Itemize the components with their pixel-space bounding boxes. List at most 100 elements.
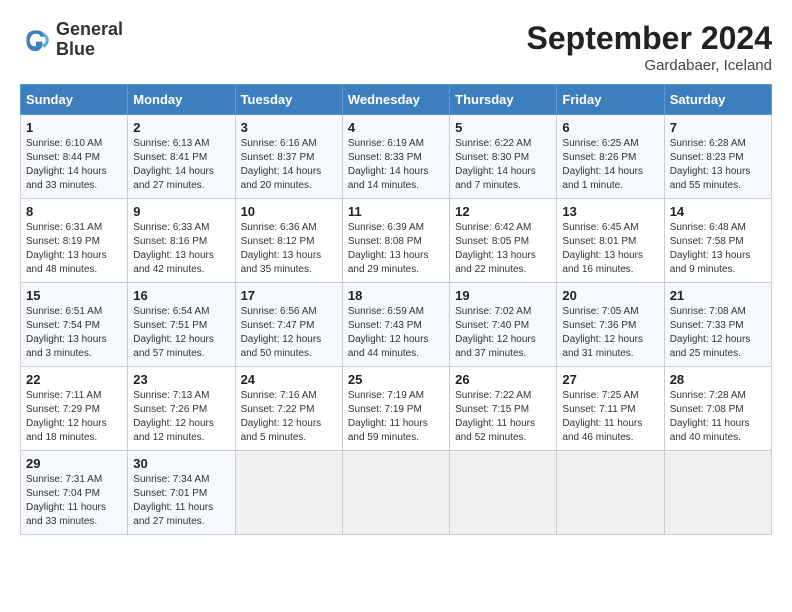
dow-wednesday: Wednesday bbox=[342, 85, 449, 115]
day-number: 23 bbox=[133, 372, 229, 387]
location: Gardabaer, Iceland bbox=[527, 57, 772, 74]
day-number: 7 bbox=[670, 120, 766, 135]
day-number: 22 bbox=[26, 372, 122, 387]
calendar-cell: 6 Sunrise: 6:25 AMSunset: 8:26 PMDayligh… bbox=[557, 115, 664, 199]
cell-info: Sunrise: 7:13 AMSunset: 7:26 PMDaylight:… bbox=[133, 389, 229, 445]
calendar-cell: 7 Sunrise: 6:28 AMSunset: 8:23 PMDayligh… bbox=[664, 115, 771, 199]
calendar-cell: 1 Sunrise: 6:10 AMSunset: 8:44 PMDayligh… bbox=[21, 115, 128, 199]
calendar-cell: 14 Sunrise: 6:48 AMSunset: 7:58 PMDaylig… bbox=[664, 199, 771, 283]
cell-info: Sunrise: 6:22 AMSunset: 8:30 PMDaylight:… bbox=[455, 137, 551, 193]
calendar-cell: 24 Sunrise: 7:16 AMSunset: 7:22 PMDaylig… bbox=[235, 367, 342, 451]
calendar-cell: 4 Sunrise: 6:19 AMSunset: 8:33 PMDayligh… bbox=[342, 115, 449, 199]
calendar-cell: 27 Sunrise: 7:25 AMSunset: 7:11 PMDaylig… bbox=[557, 367, 664, 451]
calendar-week-row: 15 Sunrise: 6:51 AMSunset: 7:54 PMDaylig… bbox=[21, 283, 772, 367]
calendar-cell: 2 Sunrise: 6:13 AMSunset: 8:41 PMDayligh… bbox=[128, 115, 235, 199]
logo: General Blue bbox=[20, 20, 123, 60]
cell-info: Sunrise: 7:34 AMSunset: 7:01 PMDaylight:… bbox=[133, 473, 229, 529]
calendar-cell: 3 Sunrise: 6:16 AMSunset: 8:37 PMDayligh… bbox=[235, 115, 342, 199]
cell-info: Sunrise: 6:54 AMSunset: 7:51 PMDaylight:… bbox=[133, 305, 229, 361]
cell-info: Sunrise: 6:10 AMSunset: 8:44 PMDaylight:… bbox=[26, 137, 122, 193]
calendar-cell: 13 Sunrise: 6:45 AMSunset: 8:01 PMDaylig… bbox=[557, 199, 664, 283]
day-number: 9 bbox=[133, 204, 229, 219]
dow-monday: Monday bbox=[128, 85, 235, 115]
cell-info: Sunrise: 6:31 AMSunset: 8:19 PMDaylight:… bbox=[26, 221, 122, 277]
calendar-cell: 25 Sunrise: 7:19 AMSunset: 7:19 PMDaylig… bbox=[342, 367, 449, 451]
dow-sunday: Sunday bbox=[21, 85, 128, 115]
calendar-cell bbox=[342, 451, 449, 535]
cell-info: Sunrise: 6:51 AMSunset: 7:54 PMDaylight:… bbox=[26, 305, 122, 361]
calendar-cell: 12 Sunrise: 6:42 AMSunset: 8:05 PMDaylig… bbox=[450, 199, 557, 283]
cell-info: Sunrise: 6:36 AMSunset: 8:12 PMDaylight:… bbox=[241, 221, 337, 277]
calendar-cell: 26 Sunrise: 7:22 AMSunset: 7:15 PMDaylig… bbox=[450, 367, 557, 451]
cell-info: Sunrise: 7:02 AMSunset: 7:40 PMDaylight:… bbox=[455, 305, 551, 361]
day-number: 11 bbox=[348, 204, 444, 219]
calendar-cell: 21 Sunrise: 7:08 AMSunset: 7:33 PMDaylig… bbox=[664, 283, 771, 367]
calendar-cell bbox=[450, 451, 557, 535]
calendar-cell: 15 Sunrise: 6:51 AMSunset: 7:54 PMDaylig… bbox=[21, 283, 128, 367]
calendar-cell: 29 Sunrise: 7:31 AMSunset: 7:04 PMDaylig… bbox=[21, 451, 128, 535]
day-number: 14 bbox=[670, 204, 766, 219]
cell-info: Sunrise: 6:33 AMSunset: 8:16 PMDaylight:… bbox=[133, 221, 229, 277]
calendar-cell bbox=[557, 451, 664, 535]
calendar-cell: 9 Sunrise: 6:33 AMSunset: 8:16 PMDayligh… bbox=[128, 199, 235, 283]
day-number: 6 bbox=[562, 120, 658, 135]
day-number: 20 bbox=[562, 288, 658, 303]
day-number: 24 bbox=[241, 372, 337, 387]
dow-thursday: Thursday bbox=[450, 85, 557, 115]
day-number: 21 bbox=[670, 288, 766, 303]
cell-info: Sunrise: 6:59 AMSunset: 7:43 PMDaylight:… bbox=[348, 305, 444, 361]
calendar-cell: 11 Sunrise: 6:39 AMSunset: 8:08 PMDaylig… bbox=[342, 199, 449, 283]
calendar-week-row: 1 Sunrise: 6:10 AMSunset: 8:44 PMDayligh… bbox=[21, 115, 772, 199]
calendar-body: 1 Sunrise: 6:10 AMSunset: 8:44 PMDayligh… bbox=[21, 115, 772, 535]
cell-info: Sunrise: 6:45 AMSunset: 8:01 PMDaylight:… bbox=[562, 221, 658, 277]
day-number: 8 bbox=[26, 204, 122, 219]
day-number: 1 bbox=[26, 120, 122, 135]
day-number: 18 bbox=[348, 288, 444, 303]
dow-saturday: Saturday bbox=[664, 85, 771, 115]
cell-info: Sunrise: 7:25 AMSunset: 7:11 PMDaylight:… bbox=[562, 389, 658, 445]
day-number: 10 bbox=[241, 204, 337, 219]
month-year: September 2024 bbox=[527, 20, 772, 57]
dow-friday: Friday bbox=[557, 85, 664, 115]
calendar-cell: 5 Sunrise: 6:22 AMSunset: 8:30 PMDayligh… bbox=[450, 115, 557, 199]
calendar-cell bbox=[664, 451, 771, 535]
calendar-cell: 30 Sunrise: 7:34 AMSunset: 7:01 PMDaylig… bbox=[128, 451, 235, 535]
cell-info: Sunrise: 6:48 AMSunset: 7:58 PMDaylight:… bbox=[670, 221, 766, 277]
cell-info: Sunrise: 7:16 AMSunset: 7:22 PMDaylight:… bbox=[241, 389, 337, 445]
dow-tuesday: Tuesday bbox=[235, 85, 342, 115]
logo-icon bbox=[20, 24, 52, 56]
cell-info: Sunrise: 7:19 AMSunset: 7:19 PMDaylight:… bbox=[348, 389, 444, 445]
cell-info: Sunrise: 7:11 AMSunset: 7:29 PMDaylight:… bbox=[26, 389, 122, 445]
day-number: 30 bbox=[133, 456, 229, 471]
day-of-week-header: SundayMondayTuesdayWednesdayThursdayFrid… bbox=[21, 85, 772, 115]
cell-info: Sunrise: 6:13 AMSunset: 8:41 PMDaylight:… bbox=[133, 137, 229, 193]
calendar-week-row: 29 Sunrise: 7:31 AMSunset: 7:04 PMDaylig… bbox=[21, 451, 772, 535]
day-number: 4 bbox=[348, 120, 444, 135]
logo-text: General Blue bbox=[56, 20, 123, 60]
cell-info: Sunrise: 6:56 AMSunset: 7:47 PMDaylight:… bbox=[241, 305, 337, 361]
calendar-week-row: 22 Sunrise: 7:11 AMSunset: 7:29 PMDaylig… bbox=[21, 367, 772, 451]
day-number: 25 bbox=[348, 372, 444, 387]
day-number: 27 bbox=[562, 372, 658, 387]
cell-info: Sunrise: 7:05 AMSunset: 7:36 PMDaylight:… bbox=[562, 305, 658, 361]
day-number: 5 bbox=[455, 120, 551, 135]
day-number: 13 bbox=[562, 204, 658, 219]
day-number: 19 bbox=[455, 288, 551, 303]
cell-info: Sunrise: 6:19 AMSunset: 8:33 PMDaylight:… bbox=[348, 137, 444, 193]
cell-info: Sunrise: 7:08 AMSunset: 7:33 PMDaylight:… bbox=[670, 305, 766, 361]
calendar-cell: 8 Sunrise: 6:31 AMSunset: 8:19 PMDayligh… bbox=[21, 199, 128, 283]
calendar-cell: 20 Sunrise: 7:05 AMSunset: 7:36 PMDaylig… bbox=[557, 283, 664, 367]
day-number: 2 bbox=[133, 120, 229, 135]
calendar-cell: 18 Sunrise: 6:59 AMSunset: 7:43 PMDaylig… bbox=[342, 283, 449, 367]
calendar-cell: 28 Sunrise: 7:28 AMSunset: 7:08 PMDaylig… bbox=[664, 367, 771, 451]
day-number: 16 bbox=[133, 288, 229, 303]
cell-info: Sunrise: 7:28 AMSunset: 7:08 PMDaylight:… bbox=[670, 389, 766, 445]
cell-info: Sunrise: 6:28 AMSunset: 8:23 PMDaylight:… bbox=[670, 137, 766, 193]
cell-info: Sunrise: 7:31 AMSunset: 7:04 PMDaylight:… bbox=[26, 473, 122, 529]
day-number: 12 bbox=[455, 204, 551, 219]
cell-info: Sunrise: 6:25 AMSunset: 8:26 PMDaylight:… bbox=[562, 137, 658, 193]
calendar-cell: 17 Sunrise: 6:56 AMSunset: 7:47 PMDaylig… bbox=[235, 283, 342, 367]
title-area: September 2024 Gardabaer, Iceland bbox=[527, 20, 772, 74]
cell-info: Sunrise: 6:39 AMSunset: 8:08 PMDaylight:… bbox=[348, 221, 444, 277]
cell-info: Sunrise: 6:42 AMSunset: 8:05 PMDaylight:… bbox=[455, 221, 551, 277]
